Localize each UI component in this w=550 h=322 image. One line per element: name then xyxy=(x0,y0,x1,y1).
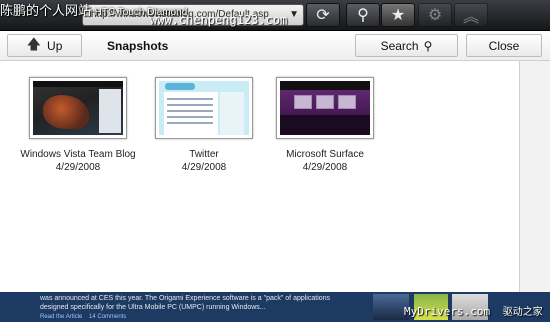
watermark-site: MyDrivers.com xyxy=(404,305,491,318)
article-text-line: was announced at CES this year. The Orig… xyxy=(40,295,331,302)
scrollbar[interactable] xyxy=(519,61,550,292)
snapshot-thumbnail[interactable] xyxy=(155,77,253,139)
gear-icon: ⚙ xyxy=(427,7,443,24)
panel-title: Snapshots xyxy=(107,39,169,53)
snapshot-thumbnail[interactable] xyxy=(29,77,127,139)
snapshot-title: Windows Vista Team Blog xyxy=(20,149,136,160)
snapshot-thumbnail[interactable] xyxy=(276,77,374,139)
panel-header: 🡅 Up Snapshots Search ⚲ Close xyxy=(0,31,550,61)
snapshot-date: 4/29/2008 xyxy=(55,162,101,173)
favorites-button[interactable]: ★ xyxy=(381,3,415,27)
snapshot-title: Twitter xyxy=(189,149,219,160)
browser-window: http://windowsvistablog.com/Default.asp … xyxy=(0,0,550,322)
collapse-button[interactable]: ︽ xyxy=(454,3,488,27)
up-label: Up xyxy=(47,38,63,53)
magnifier-icon: ⚲ xyxy=(357,7,369,24)
caret-down-icon[interactable]: ▼ xyxy=(289,5,299,25)
settings-button[interactable]: ⚙ xyxy=(418,3,452,27)
double-chevron-up-icon: ︽ xyxy=(462,9,479,26)
watermark-cn-bottom: 驱动之家 xyxy=(502,307,543,318)
snapshot-item[interactable]: Microsoft Surface 4/29/2008 xyxy=(265,77,385,173)
article-links: Read the Article 14 Comments xyxy=(40,314,126,320)
read-article-link[interactable]: Read the Article xyxy=(40,314,82,320)
arrow-up-icon: 🡅 xyxy=(26,35,42,52)
snapshot-title: Microsoft Surface xyxy=(286,149,364,160)
search-button[interactable]: Search ⚲ xyxy=(355,34,458,57)
article-text-line: designed specifically for the Ultra Mobi… xyxy=(40,304,266,311)
search-icon: ⚲ xyxy=(423,38,433,53)
refresh-icon: ⟳ xyxy=(316,7,330,24)
watermark-bottom: MyDrivers.com 驱动之家 xyxy=(404,303,543,318)
snapshot-item[interactable]: Windows Vista Team Blog 4/29/2008 xyxy=(18,77,138,173)
close-button[interactable]: Close xyxy=(466,34,542,57)
search-button[interactable]: ⚲ xyxy=(346,3,380,27)
snapshot-date: 4/29/2008 xyxy=(181,162,227,173)
watermark-cn: 陈鹏的个人网站 xyxy=(0,3,92,18)
watermark-url: www.chenpeng123.com xyxy=(150,13,288,27)
snapshot-item[interactable]: Twitter 4/29/2008 xyxy=(144,77,264,173)
star-icon: ★ xyxy=(390,7,406,24)
snapshots-panel: 🡅 Up Snapshots Search ⚲ Close Windows Vi… xyxy=(0,31,550,292)
refresh-button[interactable]: ⟳ xyxy=(306,3,340,27)
search-label: Search xyxy=(380,38,419,53)
close-label: Close xyxy=(488,38,520,53)
snapshot-grid: Windows Vista Team Blog 4/29/2008 Twitte… xyxy=(18,77,378,197)
up-button[interactable]: 🡅 Up xyxy=(7,34,82,57)
comments-link[interactable]: 14 Comments xyxy=(89,314,126,320)
snapshot-date: 4/29/2008 xyxy=(302,162,348,173)
